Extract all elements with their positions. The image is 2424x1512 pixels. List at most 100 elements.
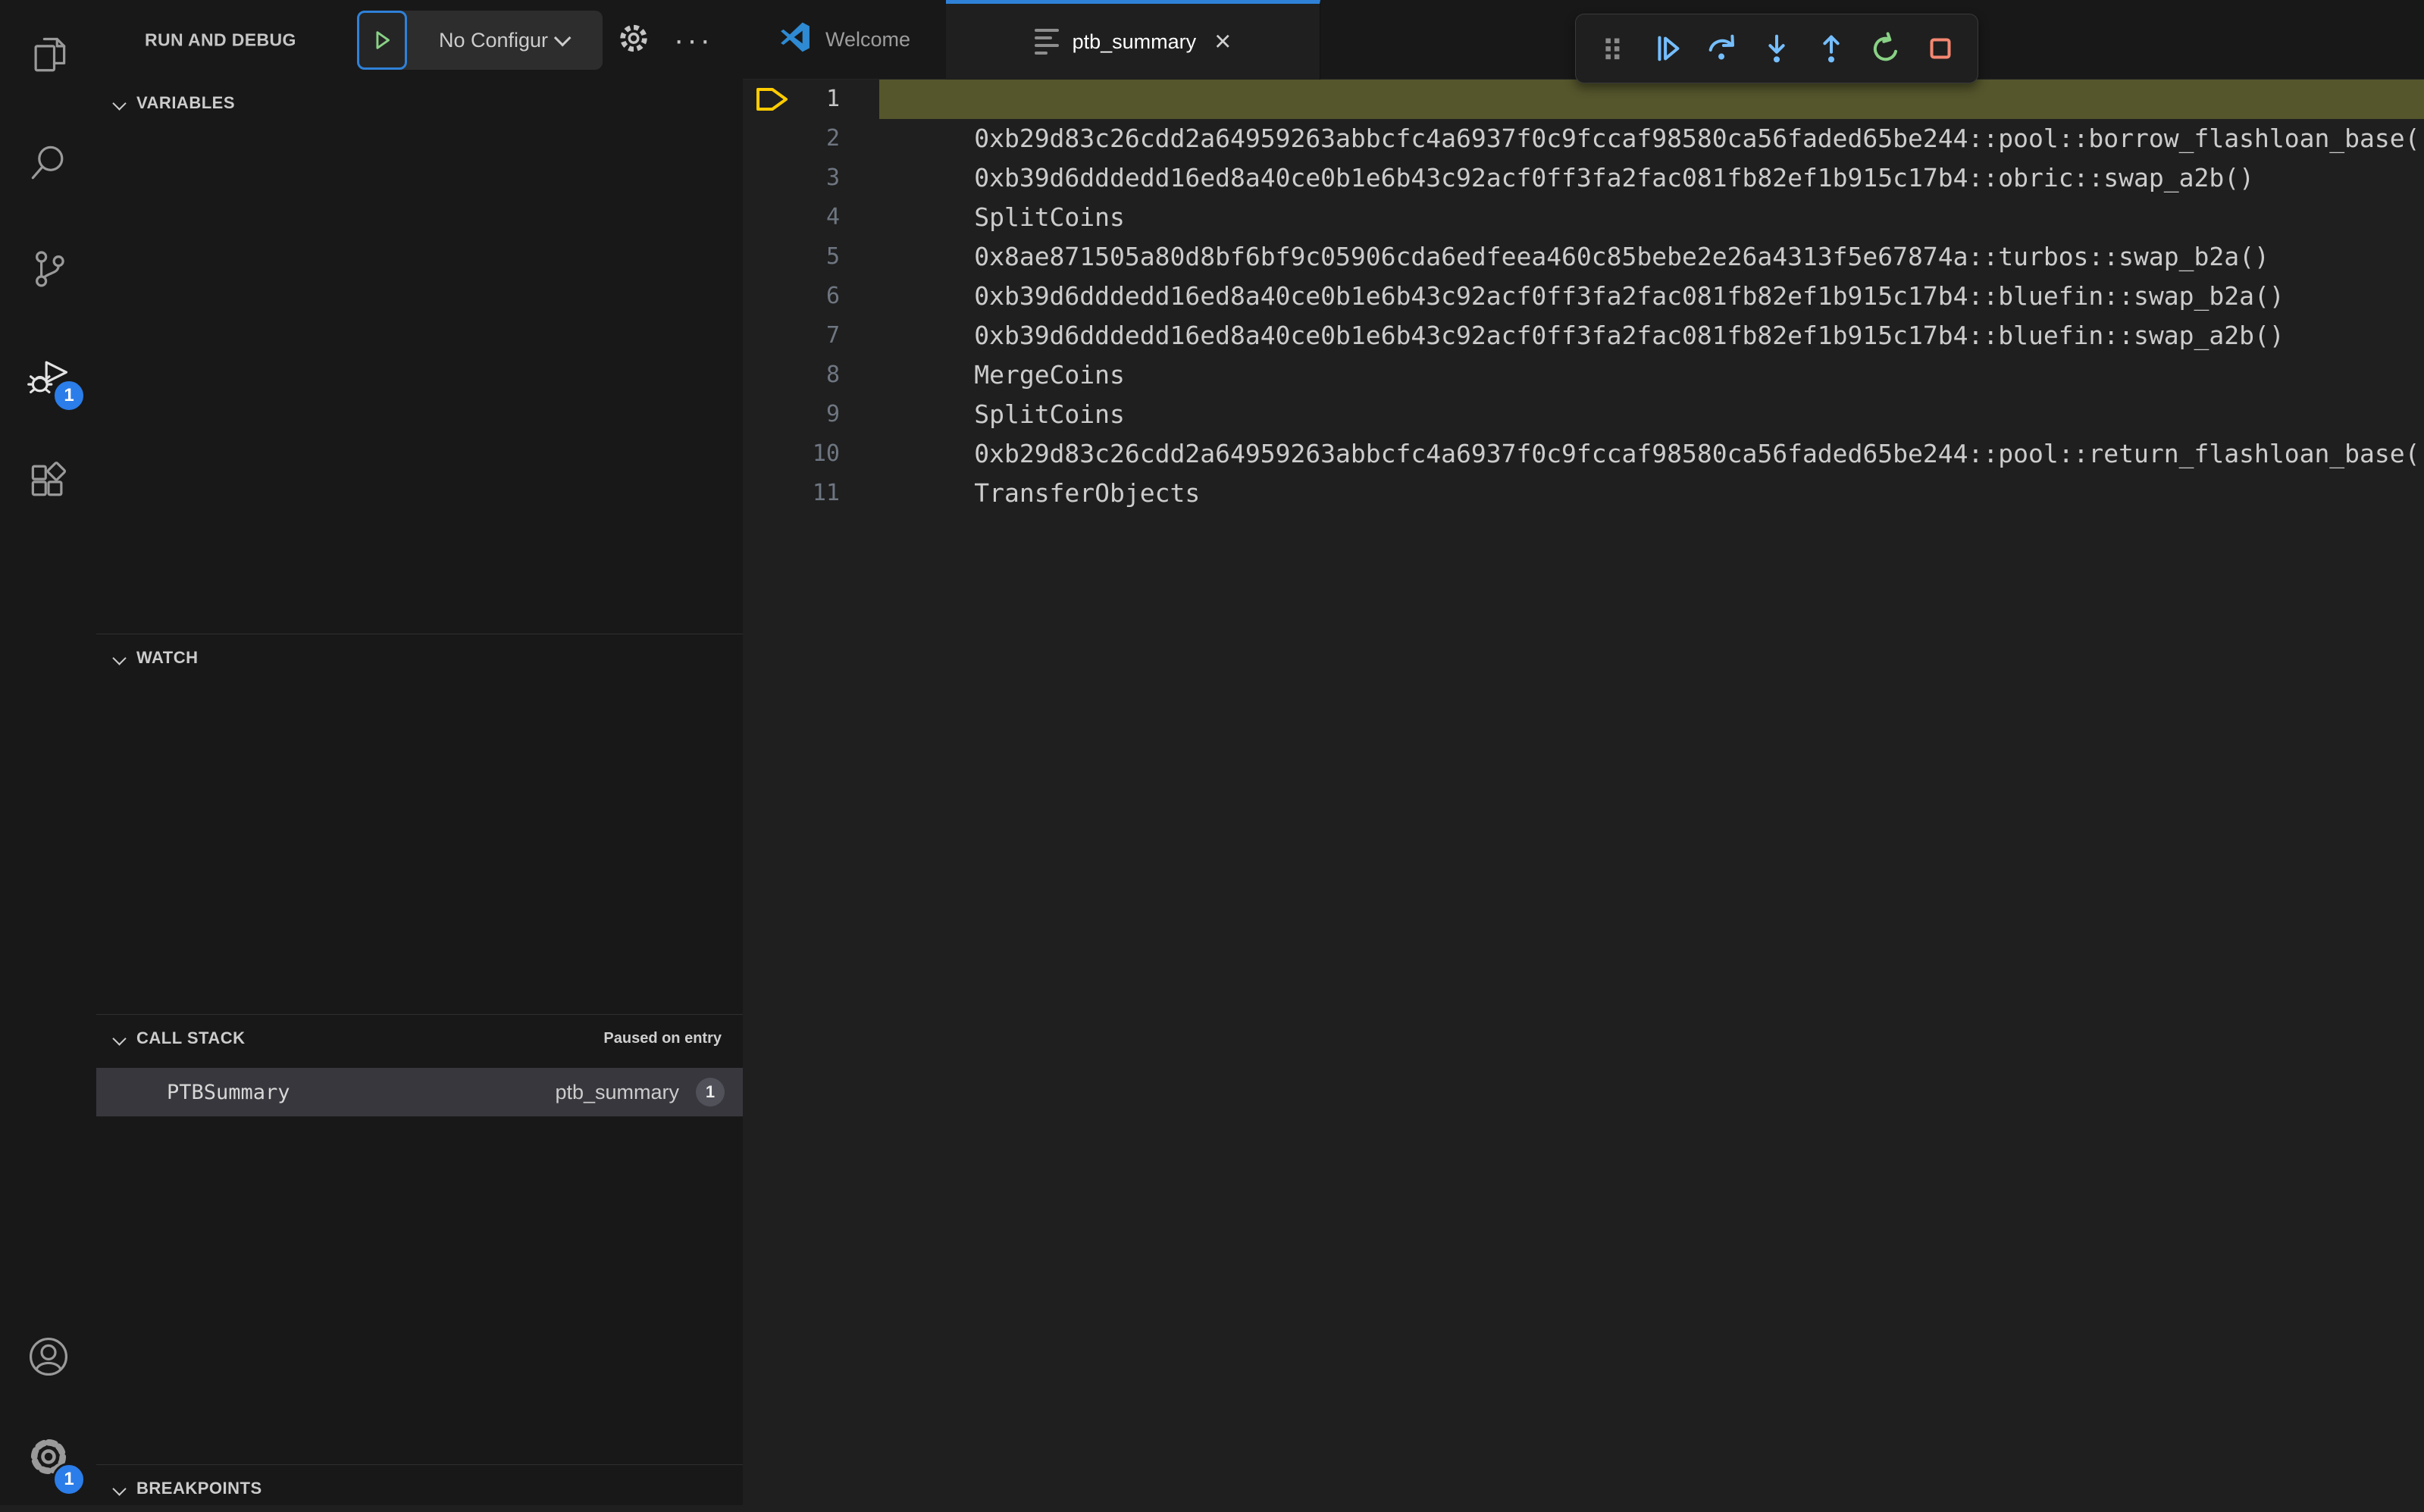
start-debugging-button[interactable] [357, 11, 407, 70]
section-label: WATCH [136, 648, 199, 668]
editor-line[interactable]: 8 SplitCoins [743, 355, 2424, 395]
editor-gutter[interactable]: 10 [743, 434, 872, 474]
debug-toolbar [1575, 14, 1978, 83]
debug-config-group: No Configur [357, 11, 603, 70]
editor-gutter[interactable]: 1 [743, 80, 872, 119]
extensions-icon [26, 458, 71, 507]
step-over-button[interactable] [1697, 23, 1747, 74]
editor-gutter[interactable]: 3 [743, 158, 872, 198]
call-stack-section: CALL STACK Paused on entry PTBSummary pt… [96, 1014, 743, 1464]
editor-gutter[interactable]: 7 [743, 316, 872, 355]
code-lines: 1 0xb29d83c26cdd2a64959263abbcfc4a6937f0… [743, 80, 2424, 513]
chevron-down-icon [112, 1482, 126, 1495]
settings-badge: 1 [52, 1463, 86, 1496]
code-area[interactable] [879, 474, 2424, 513]
config-dropdown[interactable]: No Configur [407, 11, 603, 70]
editor-line[interactable]: 3 SplitCoins [743, 158, 2424, 198]
editor-line[interactable]: 10 TransferObjects [743, 434, 2424, 474]
code-area[interactable]: 0xb39d6dddedd16ed8a40ce0b1e6b43c92acf0ff… [879, 237, 2424, 277]
line-number: 3 [826, 158, 840, 198]
code-area[interactable]: 0xb29d83c26cdd2a64959263abbcfc4a6937f0c9… [879, 395, 2424, 434]
chevron-down-icon [112, 651, 126, 665]
vscode-logo-icon [778, 20, 812, 59]
tab-welcome[interactable]: Welcome [743, 0, 946, 80]
search-icon [26, 139, 71, 189]
frame-file: ptb_summary [555, 1081, 679, 1104]
step-out-button[interactable] [1806, 23, 1856, 74]
call-stack-section-header[interactable]: CALL STACK Paused on entry [96, 1015, 743, 1062]
code-area[interactable]: SplitCoins [879, 158, 2424, 198]
line-number: 9 [826, 395, 840, 434]
editor-line[interactable]: 5 0xb39d6dddedd16ed8a40ce0b1e6b43c92acf0… [743, 237, 2424, 277]
tab-label: ptb_summary [1073, 30, 1197, 54]
chevron-down-icon [554, 30, 572, 47]
code-area[interactable]: MergeCoins [879, 316, 2424, 355]
run-and-debug-sidebar: RUN AND DEBUG No Configur ··· VARIABLES [96, 0, 743, 1505]
paused-status-text: Paused on entry [603, 1030, 722, 1047]
editor-line[interactable]: 11 [743, 474, 2424, 513]
line-number: 7 [826, 316, 840, 355]
editor-gutter[interactable]: 4 [743, 198, 872, 237]
editor-line[interactable]: 9 0xb29d83c26cdd2a64959263abbcfc4a6937f0… [743, 395, 2424, 434]
activity-item-search[interactable] [0, 111, 96, 217]
restart-button[interactable] [1861, 23, 1911, 74]
editor-gutter[interactable]: 2 [743, 119, 872, 158]
line-number: 6 [826, 277, 840, 316]
code-area[interactable]: 0xb29d83c26cdd2a64959263abbcfc4a6937f0c9… [879, 80, 2424, 119]
watch-section: WATCH [96, 634, 743, 1014]
editor-line[interactable]: 4 0x8ae871505a80d8bf6bf9c05906cda6edfeea… [743, 198, 2424, 237]
activity-bar: 1 1 [0, 0, 96, 1505]
step-into-button[interactable] [1752, 23, 1802, 74]
code-area[interactable]: 0xb39d6dddedd16ed8a40ce0b1e6b43c92acf0ff… [879, 119, 2424, 158]
activity-item-extensions[interactable] [0, 429, 96, 535]
activity-item-settings[interactable]: 1 [0, 1411, 96, 1505]
more-actions-button[interactable]: ··· [674, 25, 713, 55]
code-area[interactable]: TransferObjects [879, 434, 2424, 474]
line-number: 1 [826, 80, 840, 119]
line-number: 8 [826, 355, 840, 395]
editor-gutter[interactable]: 5 [743, 237, 872, 277]
toolbar-drag-handle[interactable] [1588, 23, 1638, 74]
tab-ptb-summary[interactable]: ptb_summary × [946, 0, 1320, 80]
activity-item-run-and-debug[interactable]: 1 [0, 323, 96, 429]
code-area[interactable]: SplitCoins [879, 355, 2424, 395]
debug-badge: 1 [52, 379, 86, 412]
sidebar-title: RUN AND DEBUG [145, 30, 296, 50]
activity-item-explorer[interactable] [0, 5, 96, 111]
line-number: 11 [813, 474, 840, 513]
files-icon [26, 33, 71, 83]
section-label: CALL STACK [136, 1028, 246, 1048]
chevron-down-icon [112, 96, 126, 110]
activity-item-accounts[interactable] [0, 1305, 96, 1411]
editor-gutter[interactable]: 8 [743, 355, 872, 395]
file-lines-icon [1035, 29, 1059, 55]
call-stack-frame-row[interactable]: PTBSummary ptb_summary 1 [96, 1068, 743, 1116]
line-number: 5 [826, 237, 840, 277]
editor-line[interactable]: 6 0xb39d6dddedd16ed8a40ce0b1e6b43c92acf0… [743, 277, 2424, 316]
config-dropdown-label: No Configur [439, 29, 548, 52]
code-area[interactable]: 0xb39d6dddedd16ed8a40ce0b1e6b43c92acf0ff… [879, 277, 2424, 316]
line-number: 10 [813, 434, 840, 474]
code-area[interactable]: 0x8ae871505a80d8bf6bf9c05906cda6edfeea46… [879, 198, 2424, 237]
editor-gutter[interactable]: 9 [743, 395, 872, 434]
editor-line[interactable]: 1 0xb29d83c26cdd2a64959263abbcfc4a6937f0… [743, 80, 2424, 119]
watch-section-header[interactable]: WATCH [96, 634, 743, 681]
editor-group: Welcome ptb_summary × [743, 0, 2424, 1505]
editor-line[interactable]: 2 0xb39d6dddedd16ed8a40ce0b1e6b43c92acf0… [743, 119, 2424, 158]
close-icon[interactable]: × [1214, 27, 1231, 56]
continue-button[interactable] [1643, 23, 1693, 74]
variables-section: VARIABLES [96, 80, 743, 634]
section-label: BREAKPOINTS [136, 1479, 262, 1498]
editor-gutter[interactable]: 6 [743, 277, 872, 316]
line-number: 2 [826, 119, 840, 158]
editor-line[interactable]: 7 MergeCoins [743, 316, 2424, 355]
stop-button[interactable] [1915, 23, 1965, 74]
frame-name: PTBSummary [167, 1081, 290, 1104]
activity-item-source-control[interactable] [0, 217, 96, 323]
variables-section-header[interactable]: VARIABLES [96, 80, 743, 127]
account-icon [26, 1334, 71, 1383]
current-line-marker [755, 86, 791, 112]
section-label: VARIABLES [136, 93, 235, 113]
editor-gutter[interactable]: 11 [743, 474, 872, 513]
debug-settings-gear-button[interactable] [616, 20, 651, 59]
